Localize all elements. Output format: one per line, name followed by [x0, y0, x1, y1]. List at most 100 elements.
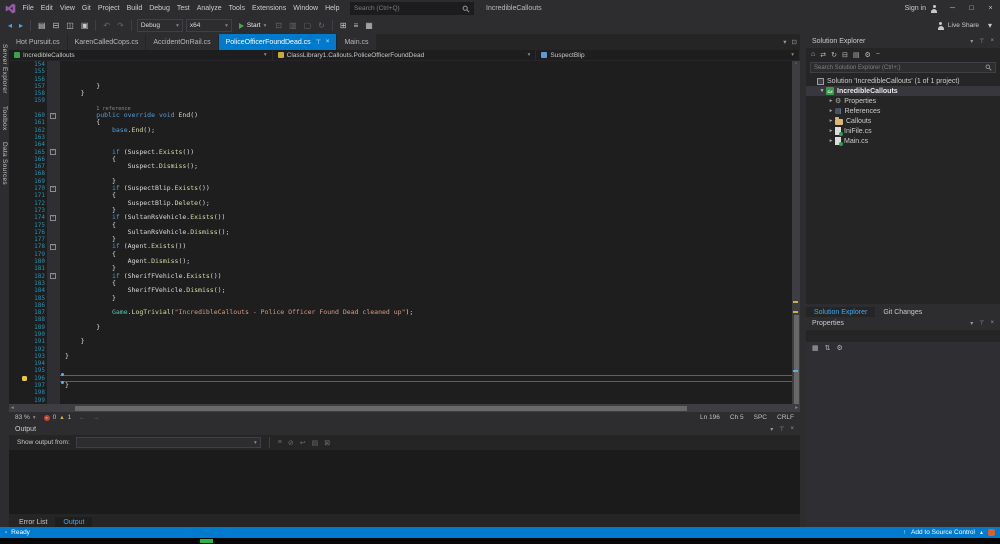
save-all-icon[interactable]: ▣ — [79, 17, 91, 34]
code-line[interactable]: 162base.End(); — [9, 127, 800, 134]
break-all-icon[interactable]: ▥ — [287, 17, 299, 34]
tab-accidentonrail-cs[interactable]: AccidentOnRail.cs — [146, 34, 217, 50]
code-line[interactable]: 185} — [9, 295, 800, 302]
code-line[interactable]: 159 — [9, 97, 800, 104]
code-line[interactable]: 174-if (SultanRsVehicle.Exists()) — [9, 214, 800, 221]
add-to-source-control-button[interactable]: Add to Source Control — [911, 529, 975, 536]
menu-view[interactable]: View — [56, 0, 78, 17]
switch-views-icon[interactable]: ⇄ — [820, 51, 826, 59]
minimize-button[interactable]: ─ — [943, 0, 962, 17]
pin-icon[interactable]: ⊤ — [316, 39, 321, 46]
restart-icon[interactable]: ↻ — [316, 17, 327, 34]
toolbar-overflow-icon[interactable]: − — [876, 51, 880, 58]
code-line[interactable]: 165-if (Suspect.Exists()) — [9, 149, 800, 156]
code-line[interactable]: 172SuspectBlip.Delete(); — [9, 200, 800, 207]
collapse-all-icon[interactable]: ⊟ — [842, 51, 848, 59]
tab-output[interactable]: Output — [55, 517, 92, 527]
code-line[interactable]: 193} — [9, 353, 800, 360]
notifications-icon[interactable] — [988, 529, 995, 536]
tab-main-cs[interactable]: Main.cs — [337, 34, 375, 50]
fold-collapse-icon[interactable]: - — [50, 149, 56, 155]
vertical-scrollbar-thumb[interactable] — [794, 315, 799, 404]
vertical-tab-toolbox[interactable]: Toolbox — [1, 106, 8, 131]
tree-item-incrediblecallouts[interactable]: ▾C#IncredibleCallouts — [806, 86, 1000, 96]
code-line[interactable]: 199 — [9, 397, 800, 404]
menu-project[interactable]: Project — [94, 0, 123, 17]
redo-icon[interactable]: ↷ — [115, 17, 126, 34]
alphabetical-icon[interactable]: ⇅ — [825, 344, 831, 352]
background-tasks-icon[interactable]: ▫ — [5, 530, 7, 536]
code-line[interactable]: 182-if (SherifFVehicle.Exists()) — [9, 273, 800, 280]
solution-configurations-dropdown[interactable]: Debug▾ — [137, 19, 183, 32]
stop-icon[interactable]: ▢ — [302, 17, 314, 34]
code-line[interactable]: 191} — [9, 338, 800, 345]
editor-vertical-scrollbar[interactable]: ▴▾ — [792, 61, 800, 404]
tab-git-changes[interactable]: Git Changes — [875, 307, 930, 317]
float-tab-icon[interactable]: ⊡ — [792, 38, 797, 46]
text-editor-toolbar-icon[interactable]: ≡ — [352, 17, 361, 34]
menu-git[interactable]: Git — [78, 0, 94, 17]
code-line[interactable]: 196 — [9, 375, 800, 382]
code-line[interactable]: 154 — [9, 61, 800, 68]
navigate-backward-icon[interactable]: ◂ — [6, 17, 14, 34]
spaces-indicator[interactable]: SPC — [754, 414, 767, 421]
tree-item-callouts[interactable]: ▸Callouts — [806, 116, 1000, 126]
scroll-up-icon[interactable]: ▴ — [792, 61, 800, 66]
zoom-control[interactable]: 83 % ▾ — [15, 414, 36, 421]
code-line[interactable]: 180Agent.Dismiss(); — [9, 258, 800, 265]
menu-build[interactable]: Build — [123, 0, 146, 17]
tab-policeofficerfounddead-cs[interactable]: PoliceOfficerFoundDead.cs⊤× — [219, 34, 337, 50]
toolbar-overflow-icon[interactable]: ▾ — [986, 17, 994, 34]
code-line[interactable]: 160-public override void End() — [9, 112, 800, 119]
solution-explorer-close-icon[interactable]: × — [990, 38, 994, 45]
code-line[interactable]: 189} — [9, 324, 800, 331]
properties-pin-icon[interactable]: ⊤ — [979, 320, 984, 327]
code-line[interactable]: 158} — [9, 90, 800, 97]
maximize-button[interactable]: □ — [962, 0, 981, 17]
active-files-dropdown-icon[interactable]: ▾ — [783, 38, 786, 46]
code-line[interactable]: 176SultanRsVehicle.Dismiss(); — [9, 229, 800, 236]
tree-item-references[interactable]: ▸▤References — [806, 106, 1000, 116]
code-line[interactable]: 184SherifFVehicle.Dismiss(); — [9, 287, 800, 294]
solution-platforms-dropdown[interactable]: x64▾ — [186, 19, 232, 32]
line-ending-indicator[interactable]: CRLF — [777, 414, 794, 421]
tree-item-inifile-cs[interactable]: ▸IniFile.cs — [806, 126, 1000, 136]
menu-help[interactable]: Help — [322, 0, 343, 17]
code-line[interactable]: 167Suspect.Dismiss(); — [9, 163, 800, 170]
document-health-indicator[interactable]: × 0 ▲ 1 — [44, 414, 72, 421]
menu-test[interactable]: Test — [173, 0, 193, 17]
save-icon[interactable]: ◫ — [64, 17, 76, 34]
sign-in-button[interactable]: Sign in — [905, 0, 938, 17]
show-all-files-icon[interactable]: ▤ — [853, 51, 860, 59]
tree-item-main-cs[interactable]: ▸Main.cs — [806, 136, 1000, 146]
tab-hot-pursuit-cs[interactable]: Hot Pursuit.cs — [9, 34, 67, 50]
solution-explorer-toolbar-icon[interactable]: ▦ — [363, 17, 375, 34]
menu-tools[interactable]: Tools — [225, 0, 248, 17]
code-line[interactable]: 157} — [9, 83, 800, 90]
open-file-icon[interactable]: ⊟ — [51, 17, 62, 34]
output-close-icon[interactable]: × — [790, 426, 794, 433]
previous-issue-icon[interactable]: ← — [79, 415, 85, 421]
code-line[interactable]: 192 — [9, 346, 800, 353]
find-in-files-icon[interactable]: ⊞ — [338, 17, 349, 34]
tree-item-solution-incrediblecallouts-1-of-1-project[interactable]: Solution 'IncredibleCallouts' (1 of 1 pr… — [806, 76, 1000, 86]
code-line[interactable]: 163 — [9, 134, 800, 141]
menu-debug[interactable]: Debug — [146, 0, 174, 17]
close-tab-icon[interactable]: × — [326, 39, 330, 45]
fold-collapse-icon[interactable]: - — [50, 273, 56, 279]
code-line[interactable]: 194 — [9, 360, 800, 367]
word-wrap-icon[interactable]: ↩ — [300, 439, 306, 447]
categorized-icon[interactable]: ▦ — [812, 344, 819, 352]
column-indicator[interactable]: Ch 5 — [730, 414, 744, 421]
code-line[interactable]: 190 — [9, 331, 800, 338]
live-share-button[interactable]: Live Share — [933, 22, 983, 30]
properties-object-dropdown[interactable] — [806, 330, 1000, 342]
scroll-right-icon[interactable]: ▸ — [795, 404, 798, 412]
refresh-icon[interactable]: ↻ — [831, 51, 837, 59]
line-indicator[interactable]: Ln 196 — [700, 414, 720, 421]
show-output-icon[interactable]: ▤ — [312, 439, 319, 447]
scroll-down-icon[interactable]: ▾ — [792, 399, 800, 404]
menu-analyze[interactable]: Analyze — [193, 0, 225, 17]
scroll-left-icon[interactable]: ◂ — [11, 404, 14, 412]
vertical-tab-server-explorer[interactable]: Server Explorer — [1, 44, 8, 94]
